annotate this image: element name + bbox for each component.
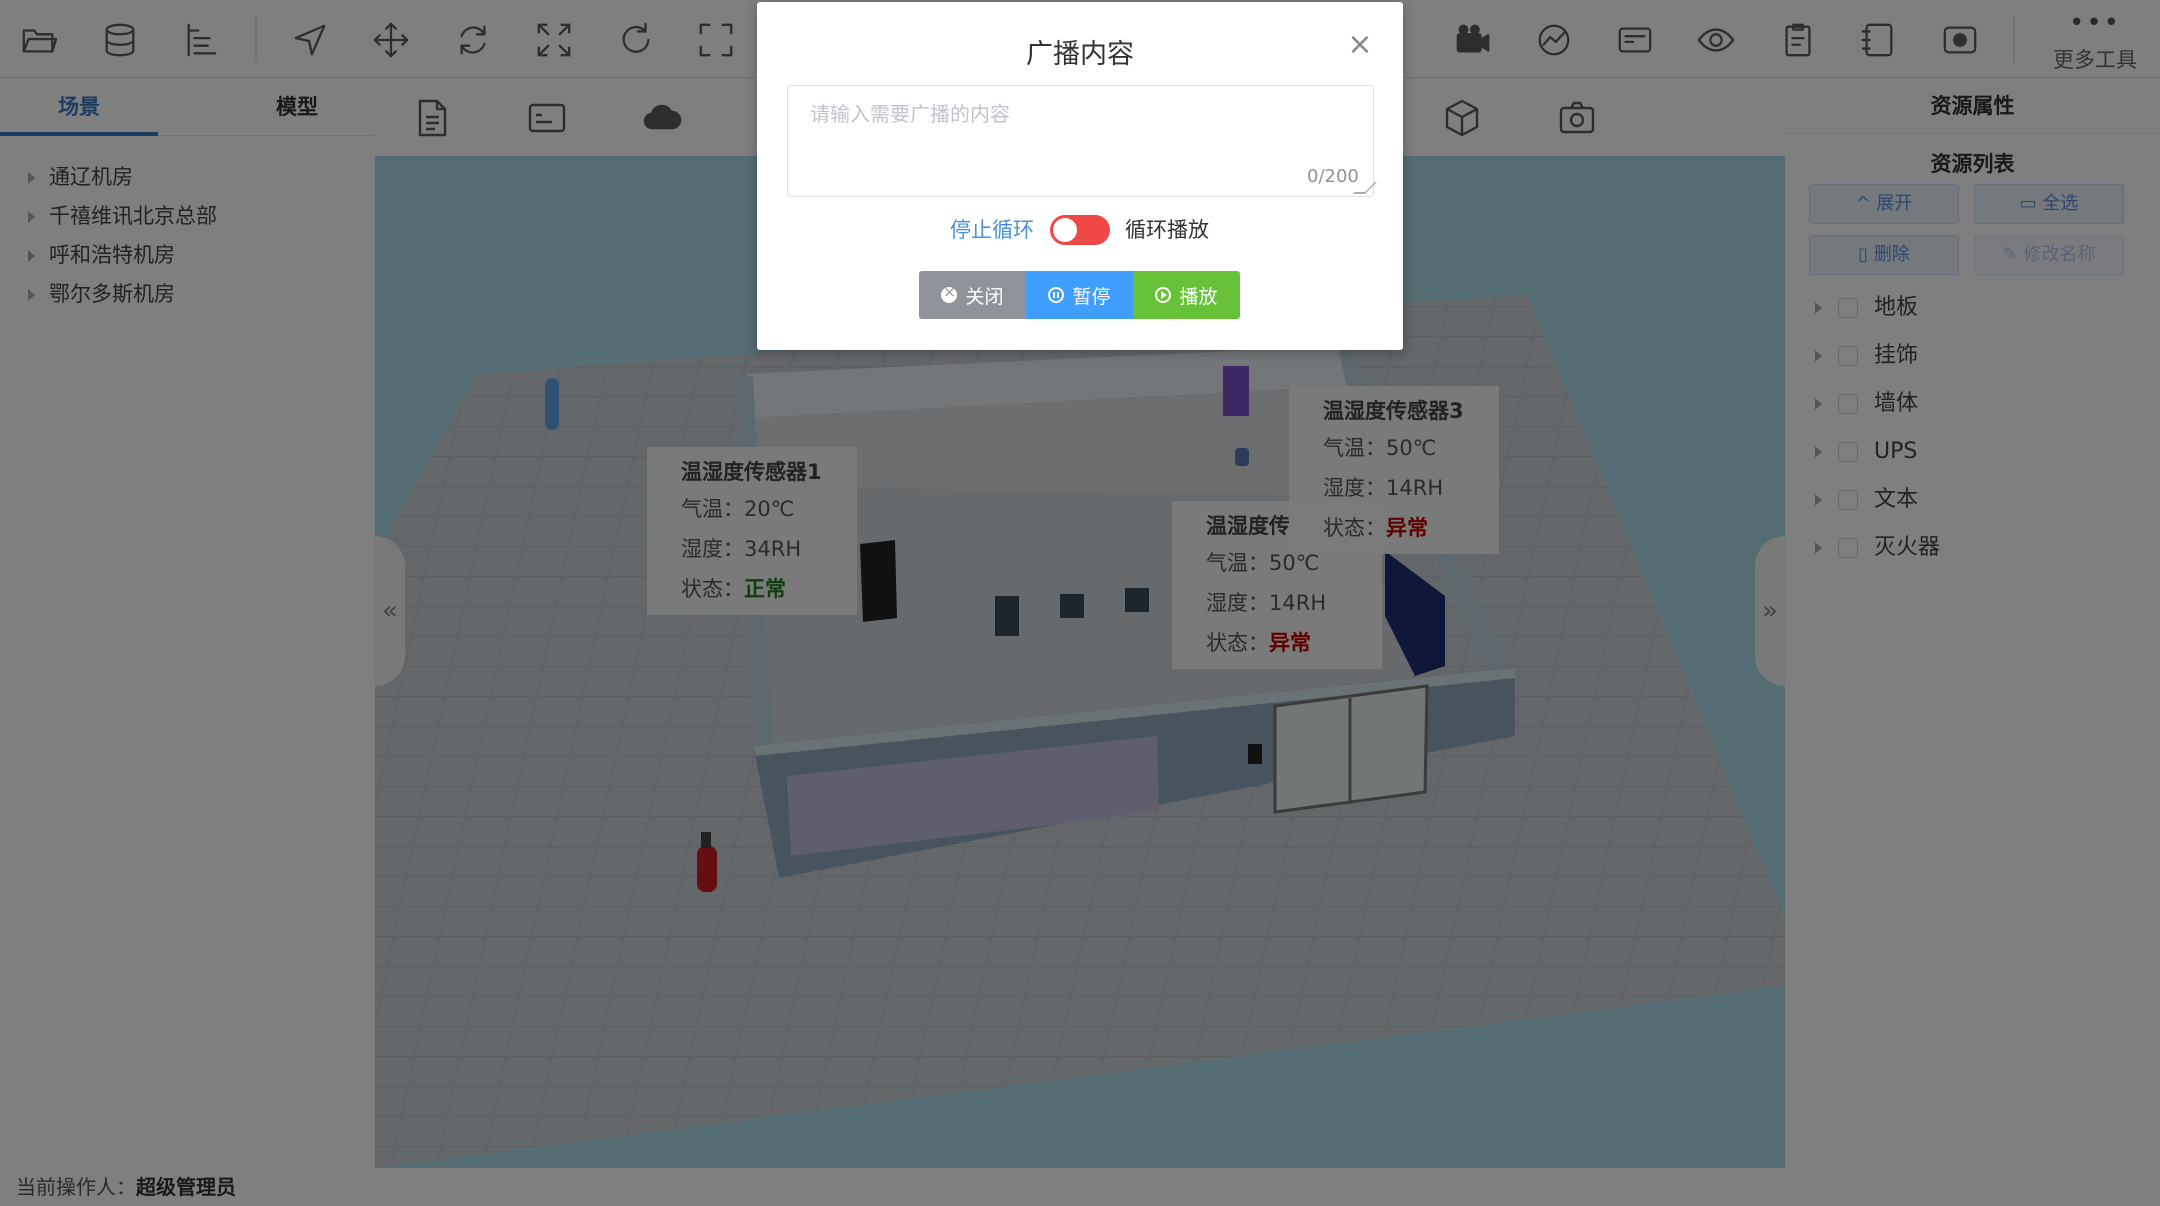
close-button[interactable]: 关闭 [919, 271, 1026, 319]
loop-control-row: 停止循环 循环播放 [757, 212, 1403, 248]
close-button-label: 关闭 [965, 285, 1004, 308]
pause-circle-icon [1048, 287, 1065, 303]
broadcast-content-input[interactable] [787, 85, 1374, 197]
playback-button-group: 关闭 暂停 播放 [919, 271, 1240, 319]
broadcast-dialog: 广播内容 × 0/200 停止循环 循环播放 关闭 暂停 播放 [757, 2, 1403, 350]
loop-toggle-switch[interactable] [1050, 215, 1110, 245]
stop-loop-label[interactable]: 停止循环 [950, 214, 1034, 244]
play-circle-icon [1155, 287, 1172, 303]
pause-button[interactable]: 暂停 [1026, 271, 1133, 319]
dialog-title: 广播内容 [1026, 39, 1134, 70]
modal-overlay[interactable]: 广播内容 × 0/200 停止循环 循环播放 关闭 暂停 播放 [0, 0, 2160, 1206]
loop-play-label[interactable]: 循环播放 [1125, 214, 1209, 244]
play-button[interactable]: 播放 [1133, 271, 1240, 319]
toggle-knob [1053, 218, 1077, 242]
pause-button-label: 暂停 [1072, 285, 1111, 308]
char-count: 0/200 [1307, 166, 1359, 187]
play-button-label: 播放 [1179, 285, 1218, 308]
close-circle-icon [941, 283, 958, 303]
close-icon[interactable]: × [1345, 30, 1375, 60]
